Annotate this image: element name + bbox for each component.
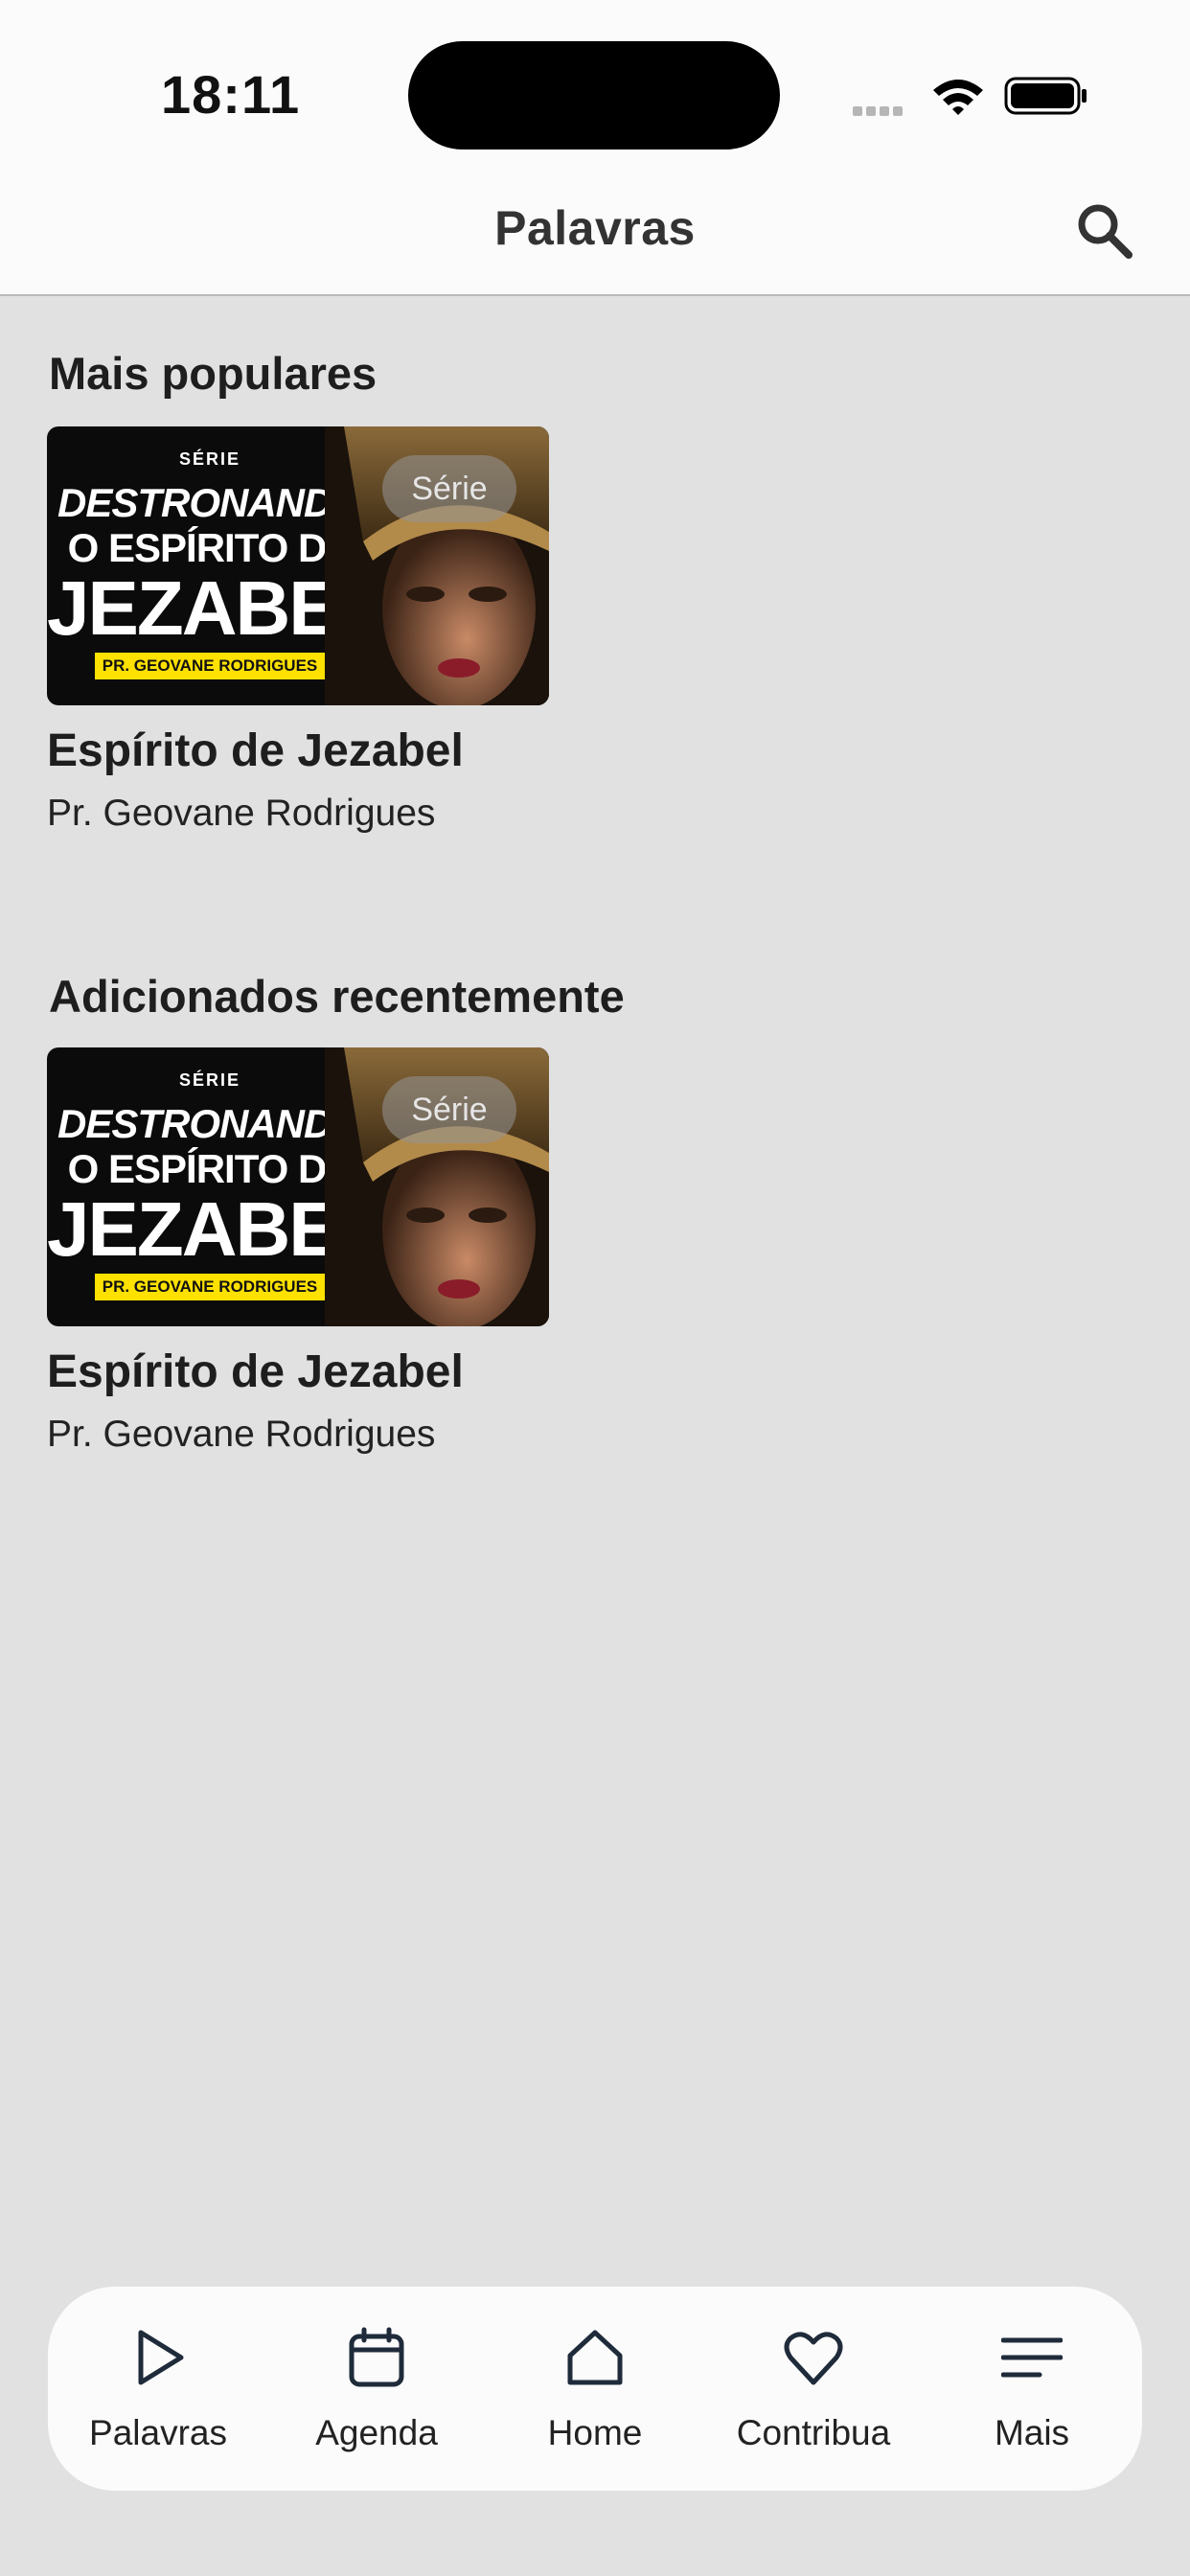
tab-label: Agenda <box>315 2413 438 2452</box>
cover-line-3: JEZABEL <box>47 1186 385 1272</box>
heart-icon <box>784 2332 843 2385</box>
tab-agenda[interactable]: Agenda <box>267 2287 486 2491</box>
card-title[interactable]: Espírito de Jezabel <box>47 723 549 780</box>
tab-label: Contribua <box>736 2413 891 2452</box>
tab-home[interactable]: Home <box>486 2287 704 2491</box>
tab-label: Palavras <box>89 2413 227 2452</box>
tab-palavras[interactable]: Palavras <box>49 2287 267 2491</box>
series-badge: Série <box>382 1076 516 1143</box>
tab-contribua[interactable]: Contribua <box>704 2287 923 2491</box>
cover-line-2: O ESPÍRITO DE <box>67 1146 354 1191</box>
cover-line-3: JEZABEL <box>47 565 385 651</box>
page-title: Palavras <box>494 201 696 255</box>
cellular-signal-icon <box>853 104 906 121</box>
tab-label: Mais <box>994 2413 1070 2452</box>
card-title[interactable]: Espírito de Jezabel <box>47 1344 549 1401</box>
menu-icon <box>1001 2337 1063 2378</box>
section-title-popular: Mais populares <box>49 348 378 399</box>
dynamic-island <box>408 41 780 150</box>
calendar-icon <box>349 2327 404 2387</box>
search-icon[interactable] <box>1073 199 1134 261</box>
series-thumbnail[interactable]: SÉRIE DESTRONANDO O ESPÍRITO DE JEZABEL … <box>47 1047 549 1326</box>
cover-serie-label: SÉRIE <box>178 1070 241 1090</box>
tab-label: Home <box>547 2413 643 2452</box>
top-bar: 18:11 Palavras <box>0 0 1190 296</box>
series-card[interactable]: SÉRIE DESTRONANDO O ESPÍRITO DE JEZABEL … <box>47 1047 549 1459</box>
cover-line-2: O ESPÍRITO DE <box>67 525 354 570</box>
home-icon <box>567 2330 623 2385</box>
section-title-recent: Adicionados recentemente <box>49 971 625 1022</box>
cover-author: PR. GEOVANE RODRIGUES <box>95 653 325 679</box>
tab-bar: Palavras Agenda Home Contribua Mais <box>48 2287 1142 2491</box>
series-thumbnail[interactable]: SÉRIE DESTRONANDO O ESPÍRITO DE JEZABEL … <box>47 426 549 705</box>
cover-serie-label: SÉRIE <box>178 449 241 469</box>
thumbnail-cover-text: SÉRIE DESTRONANDO O ESPÍRITO DE JEZABEL … <box>47 426 385 705</box>
cover-line-1: DESTRONANDO <box>57 1101 363 1146</box>
wifi-icon <box>933 80 983 115</box>
series-badge: Série <box>382 455 516 522</box>
cover-author: PR. GEOVANE RODRIGUES <box>95 1274 325 1300</box>
status-time: 18:11 <box>161 64 301 125</box>
card-subtitle: Pr. Geovane Rodrigues <box>47 1414 436 1455</box>
thumbnail-cover-text: SÉRIE DESTRONANDO O ESPÍRITO DE JEZABEL … <box>47 1047 385 1326</box>
series-card[interactable]: SÉRIE DESTRONANDO O ESPÍRITO DE JEZABEL … <box>47 426 549 838</box>
tab-mais[interactable]: Mais <box>923 2287 1141 2491</box>
battery-icon <box>1004 77 1087 115</box>
cover-line-1: DESTRONANDO <box>57 480 363 525</box>
card-subtitle: Pr. Geovane Rodrigues <box>47 793 436 834</box>
play-icon <box>138 2330 184 2385</box>
